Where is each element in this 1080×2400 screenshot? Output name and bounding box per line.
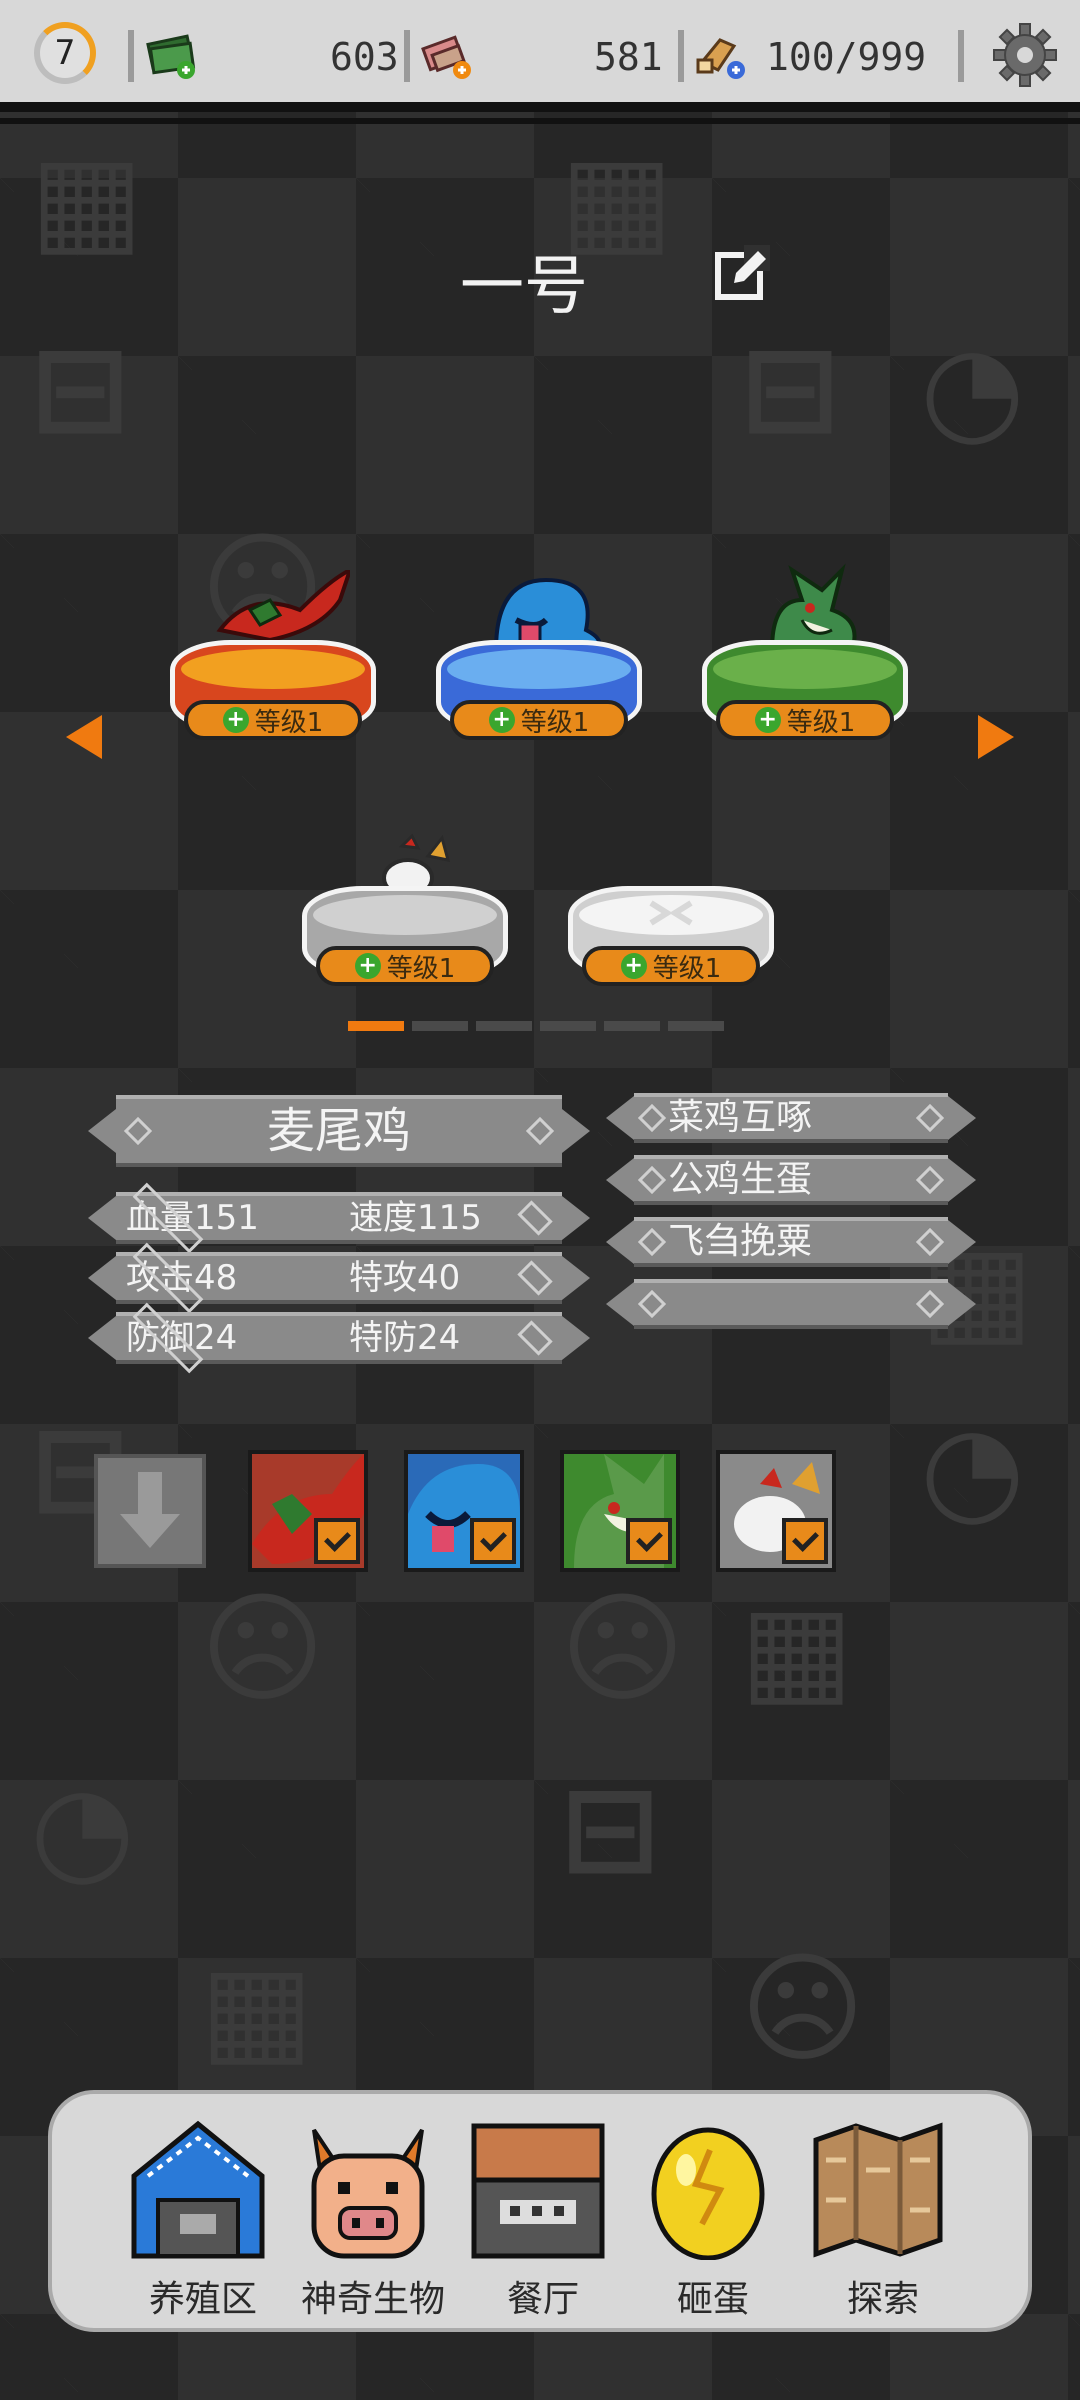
diamond-icon — [637, 1227, 667, 1257]
creature-name-plate: 麦尾鸡 — [116, 1095, 562, 1167]
pig-monster-icon — [311, 2128, 425, 2259]
edit-icon[interactable] — [714, 245, 770, 301]
plus-icon: + — [222, 707, 249, 733]
food-value: 100/999 — [766, 35, 927, 79]
pedestal-top — [181, 649, 365, 689]
food-icon[interactable] — [694, 32, 748, 80]
prev-team-arrow[interactable] — [66, 715, 102, 759]
diamond-icon — [915, 1289, 945, 1319]
page-dot — [604, 1021, 660, 1031]
plus-icon: + — [488, 707, 515, 733]
plus-icon: + — [754, 707, 781, 733]
restaurant-icon — [471, 2123, 605, 2259]
diamond-icon — [915, 1227, 945, 1257]
nav-label: 餐厅 — [506, 2279, 579, 2320]
skill-slot-2[interactable]: 公鸡生蛋 — [634, 1155, 948, 1205]
skill-slot-3[interactable]: 飞刍挽粟 — [634, 1217, 948, 1267]
bottom-navigation: 养殖区 神奇生物 餐厅 砸蛋 探索 — [48, 2090, 1032, 2332]
stat-row-1: 血量151 速度115 — [116, 1182, 562, 1254]
diamond-icon — [915, 1165, 945, 1195]
divider — [0, 118, 1080, 124]
top-status-bar: 7 603 581 100/999 — [0, 0, 1080, 124]
diamond-icon — [123, 1116, 153, 1146]
pet-slot-grass[interactable]: + 等级1 — [702, 560, 914, 760]
skill-name: 飞刍挽粟 — [668, 1221, 813, 1262]
eraser-icon[interactable] — [420, 32, 474, 80]
divider — [678, 30, 684, 82]
pedestal-top — [713, 649, 897, 689]
checkbox-checked-icon[interactable] — [470, 1518, 516, 1564]
pedestal-top — [447, 649, 631, 689]
skill-slot-1[interactable]: 菜鸡互啄 — [634, 1093, 948, 1143]
pedestal-top — [313, 895, 497, 935]
level-badge[interactable]: + 等级1 — [582, 946, 760, 986]
pet-slot-fire[interactable]: + 等级1 — [170, 560, 382, 760]
creature-card-normal[interactable] — [716, 1450, 836, 1572]
team-name: 一号 — [460, 250, 588, 324]
barn-icon — [131, 2120, 265, 2259]
nav-item-explore[interactable]: 探索 — [798, 2120, 948, 2320]
stat-row-3: 防御24 特防24 — [116, 1302, 562, 1374]
nav-label: 砸蛋 — [676, 2279, 749, 2320]
page-dot — [412, 1021, 468, 1031]
arrow-down-icon[interactable] — [92, 1452, 208, 1570]
stat-row-2: 攻击48 特攻40 — [116, 1242, 562, 1314]
creature-card-fire[interactable] — [248, 1450, 368, 1572]
diamond-icon — [525, 1116, 555, 1146]
creature-card-water[interactable] — [404, 1450, 524, 1572]
divider — [958, 30, 964, 82]
skill-name: 菜鸡互啄 — [668, 1097, 813, 1138]
cash-icon[interactable] — [144, 32, 198, 80]
level-badge[interactable]: + 等级1 — [450, 700, 628, 740]
map-icon — [813, 2122, 943, 2258]
creature-card-grass[interactable] — [560, 1450, 680, 1572]
cash-value: 603 — [330, 35, 399, 79]
plus-icon: + — [620, 953, 647, 979]
level-label: 等级1 — [786, 707, 856, 738]
level-label: 等级1 — [254, 707, 324, 738]
skill-name: 公鸡生蛋 — [668, 1159, 813, 1200]
page-dot — [668, 1021, 724, 1031]
checkbox-checked-icon[interactable] — [314, 1518, 360, 1564]
nav-item-egg[interactable]: 砸蛋 — [628, 2120, 778, 2320]
checkbox-checked-icon[interactable] — [782, 1518, 828, 1564]
pet-slot-empty[interactable]: + 等级1 — [568, 806, 780, 1006]
nav-item-breeding[interactable]: 养殖区 — [118, 2120, 268, 2320]
nav-item-creatures[interactable]: 神奇生物 — [288, 2120, 445, 2320]
checkbox-checked-icon[interactable] — [626, 1518, 672, 1564]
diamond-icon — [637, 1103, 667, 1133]
diamond-icon — [637, 1165, 667, 1195]
player-level-badge[interactable]: 7 — [34, 22, 96, 84]
level-label: 等级1 — [386, 953, 456, 984]
level-label: 等级1 — [652, 953, 722, 984]
page-dot-active — [348, 1021, 404, 1031]
next-team-arrow[interactable] — [978, 715, 1014, 759]
level-badge[interactable]: + 等级1 — [716, 700, 894, 740]
plus-icon: + — [354, 953, 381, 979]
empty-slot-icon — [649, 900, 693, 926]
diamond-icon — [637, 1289, 667, 1319]
nav-label: 养殖区 — [148, 2279, 257, 2320]
level-badge[interactable]: + 等级1 — [316, 946, 494, 986]
pet-slot-water[interactable]: + 等级1 — [436, 560, 648, 760]
creature-name: 麦尾鸡 — [266, 1103, 411, 1159]
eraser-value: 581 — [594, 35, 663, 79]
divider — [128, 30, 134, 82]
divider — [404, 30, 410, 82]
diamond-icon — [915, 1103, 945, 1133]
page-dot — [540, 1021, 596, 1031]
gear-icon[interactable] — [992, 22, 1058, 88]
level-label: 等级1 — [520, 707, 590, 738]
golden-egg-icon — [651, 2127, 765, 2260]
level-badge[interactable]: + 等级1 — [184, 700, 362, 740]
skill-slot-4[interactable] — [634, 1279, 948, 1329]
page-dot — [476, 1021, 532, 1031]
nav-label: 神奇生物 — [300, 2279, 445, 2320]
nav-item-restaurant[interactable]: 餐厅 — [458, 2120, 608, 2320]
pet-slot-normal[interactable]: + 等级1 — [302, 806, 514, 1006]
page-indicator — [348, 1021, 724, 1031]
nav-label: 探索 — [846, 2279, 919, 2320]
